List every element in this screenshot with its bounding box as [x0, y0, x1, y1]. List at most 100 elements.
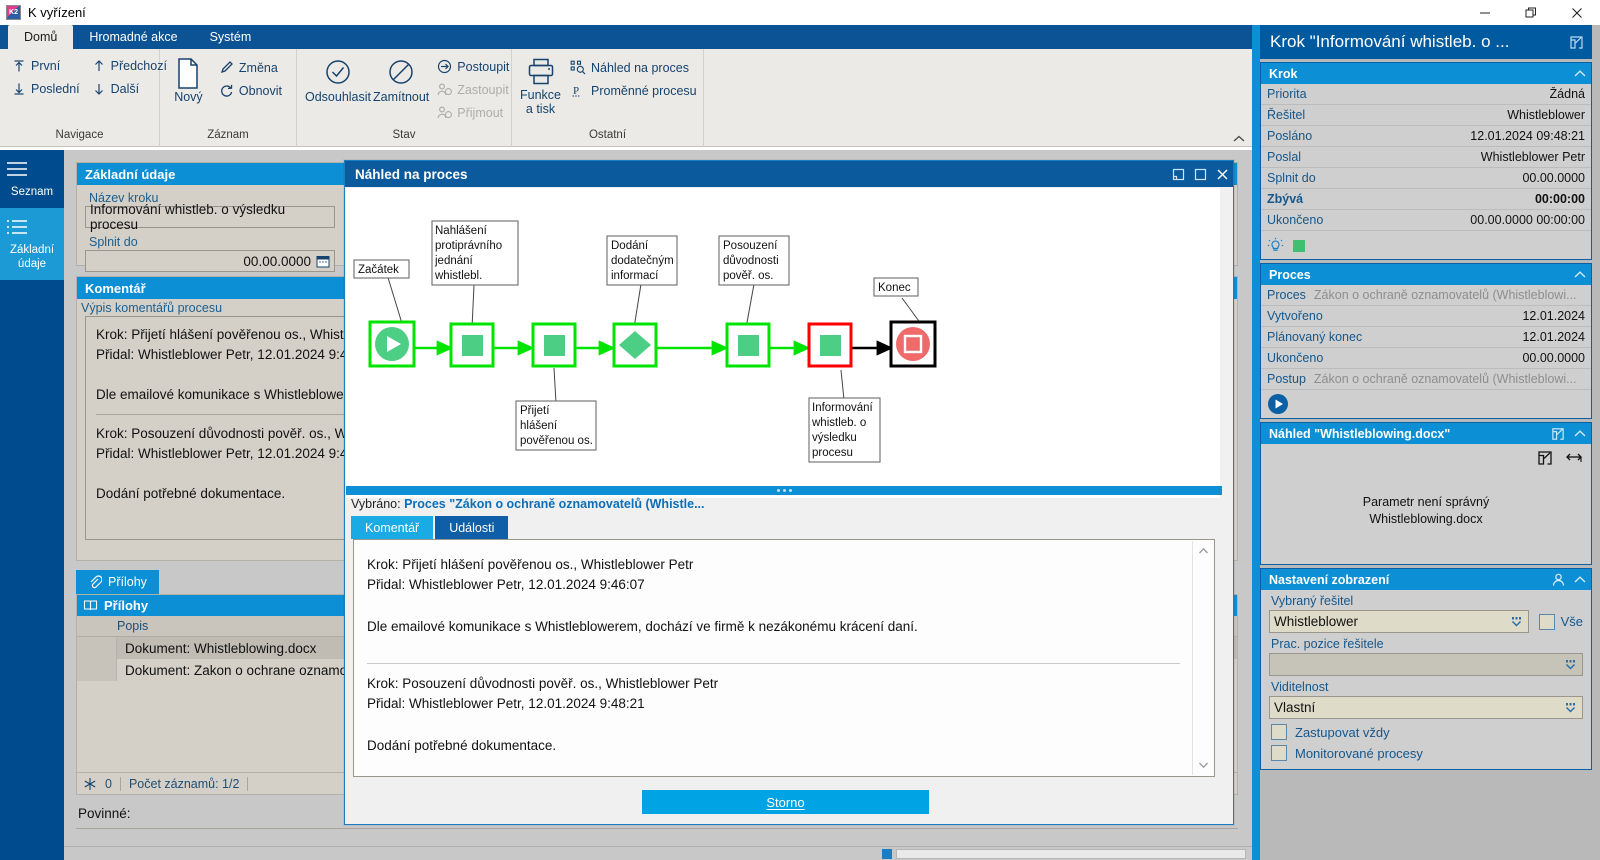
nav-first-label: První	[31, 58, 61, 73]
monitorovane-procesy-box[interactable]	[1271, 745, 1287, 761]
dialog-restore-down-icon[interactable]	[1167, 161, 1189, 187]
open-external-icon[interactable]	[1569, 35, 1584, 50]
tab-udalosti[interactable]: Události	[435, 516, 509, 539]
forward-button[interactable]: Postoupit	[431, 55, 515, 78]
dialog-title: Náhled na proces	[355, 166, 468, 182]
svg-text:Informování: Informování	[812, 402, 874, 414]
solver-select[interactable]: Whistleblower	[1269, 610, 1529, 633]
tab-prilohy[interactable]: Přílohy	[76, 570, 159, 594]
checkbox-monitorovane-procesy[interactable]: Monitorované procesy	[1261, 740, 1591, 761]
open-external-icon[interactable]	[1547, 423, 1569, 444]
svg-text:protiprávního: protiprávního	[435, 240, 502, 252]
key-poslal: Poslal	[1267, 150, 1302, 164]
open-external-icon[interactable]	[1537, 450, 1553, 466]
change-button[interactable]: Změna	[213, 56, 288, 79]
group-nahled-preview: Náhled "Whistleblowing.docx" Parametr ne…	[1260, 422, 1592, 565]
checkbox-zastupovat-vzdy[interactable]: Zastupovat vždy	[1261, 719, 1591, 740]
chevron-up-icon[interactable]	[1569, 569, 1591, 590]
dialog-maximize-icon[interactable]	[1189, 161, 1211, 187]
chevron-down-icon[interactable]	[1563, 658, 1578, 672]
chevron-down-icon[interactable]	[1563, 701, 1578, 715]
arrow-down-icon	[92, 82, 106, 96]
all-checkbox-wrap[interactable]: Vše	[1538, 613, 1583, 630]
chevron-up-icon[interactable]	[1569, 423, 1591, 444]
play-circle-icon[interactable]	[1267, 393, 1289, 415]
refresh-button[interactable]: Obnovit	[213, 79, 288, 102]
minimize-button[interactable]	[1462, 0, 1508, 25]
user-icon[interactable]	[1547, 569, 1569, 590]
nav-last-button[interactable]: Poslední	[6, 77, 86, 100]
ribbon-tab-hromadne-akce[interactable]: Hromadné akce	[73, 25, 194, 49]
input-splnit-do-value: 00.00.0000	[243, 253, 311, 269]
variables-icon: P	[570, 83, 586, 98]
svg-text:Začátek: Začátek	[358, 264, 399, 276]
input-nazev-kroku[interactable]: Informování whistleb. o výsledku procesu	[85, 202, 335, 232]
preview-message-line1: Parametr není správný	[1362, 495, 1490, 509]
lightbulb-icon[interactable]	[1267, 237, 1284, 254]
arrow-up-bar-icon	[12, 59, 26, 73]
visibility-select[interactable]: Vlastní	[1269, 696, 1583, 719]
input-splnit-do[interactable]: 00.00.0000	[85, 250, 335, 272]
position-select[interactable]	[1269, 653, 1583, 676]
nav-next-label: Další	[110, 81, 140, 96]
chevron-up-icon[interactable]	[1569, 264, 1591, 285]
attachments-grid-title: Přílohy	[104, 598, 149, 613]
row-proces-ukonceno: Ukončeno 00.00.0000	[1261, 348, 1591, 369]
sidebar-item-zakladni-udaje[interactable]: Základní údaje	[0, 208, 64, 280]
nav-first-button[interactable]: První	[6, 54, 86, 77]
chevron-down-icon[interactable]	[1509, 615, 1524, 629]
svg-text:Posouzení: Posouzení	[723, 240, 778, 252]
bottom-scroll-region[interactable]	[64, 846, 1252, 860]
horizontal-scrollbar-thumb[interactable]	[882, 849, 892, 859]
cancel-button[interactable]: Storno	[642, 790, 929, 814]
snowflake-icon[interactable]	[83, 777, 97, 791]
ribbon-collapse-button[interactable]	[1232, 134, 1246, 144]
approve-button[interactable]: Odsouhlasit	[305, 54, 371, 104]
process-variables-button[interactable]: P Proměnné procesu	[564, 79, 703, 102]
row-poslano: Posláno 12.01.2024 09:48:21	[1261, 126, 1591, 147]
fit-width-icon[interactable]	[1565, 450, 1583, 466]
group-proces-header[interactable]: Proces	[1261, 264, 1591, 285]
restore-button[interactable]	[1508, 0, 1554, 25]
label-vybrany-resitel: Vybraný řešitel	[1271, 594, 1354, 608]
process-preview-button[interactable]: Náhled na proces	[564, 56, 703, 79]
dialog-comment-memo[interactable]: Krok: Přijetí hlášení pověřenou os., Whi…	[353, 539, 1215, 777]
ribbon-tab-domu[interactable]: Domů	[8, 25, 74, 49]
ribbon-tabs: Domů Hromadné akce Systém	[0, 25, 1252, 49]
group-krok-header[interactable]: Krok	[1261, 63, 1591, 84]
close-button[interactable]	[1554, 0, 1600, 25]
scroll-down-icon[interactable]	[1193, 755, 1214, 775]
label-viditelnost: Viditelnost	[1271, 680, 1329, 694]
row-vytvoreno: Vytvořeno 12.01.2024	[1261, 306, 1591, 327]
ribbon-tab-system[interactable]: Systém	[193, 25, 268, 49]
monitorovane-procesy-label: Monitorované procesy	[1295, 745, 1423, 761]
functions-print-button[interactable]: Funkce a tisk	[520, 54, 561, 116]
group-nastaveni-header[interactable]: Nastavení zobrazení	[1261, 569, 1591, 590]
scroll-up-icon[interactable]	[1193, 541, 1214, 561]
tab-komentar[interactable]: Komentář	[351, 516, 434, 539]
all-checkbox[interactable]	[1538, 613, 1555, 630]
new-record-button[interactable]: Nový	[168, 54, 209, 104]
right-pane-title: Krok "Informování whistleb. o ...	[1270, 32, 1510, 51]
substitute-button[interactable]: Zastoupit	[431, 78, 515, 101]
dialog-close-icon[interactable]	[1211, 161, 1233, 187]
horizontal-scrollbar-track[interactable]	[896, 849, 1246, 859]
green-status-square-icon	[1292, 238, 1307, 253]
process-diagram-canvas[interactable]: Začátek Nahlášení protiprávního jednání …	[346, 188, 1222, 498]
preview-toolbar	[1537, 450, 1583, 466]
preview-message: Parametr není správný Whistleblowing.doc…	[1261, 494, 1591, 528]
memo-vertical-scrollbar[interactable]	[1192, 541, 1213, 775]
calendar-icon[interactable]	[316, 254, 330, 268]
row-zbyva: Zbývá 00:00:00	[1261, 189, 1591, 210]
right-pane-scrollbar[interactable]	[1252, 25, 1260, 860]
svg-text:pověř. os.: pověř. os.	[723, 270, 774, 282]
diagram-vertical-scrollbar[interactable]	[1220, 188, 1232, 498]
accept-button[interactable]: Přijmout	[431, 101, 515, 124]
sidebar-item-seznam[interactable]: Seznam	[0, 150, 64, 208]
reject-button[interactable]: Zamítnout	[373, 54, 429, 104]
attachment-desc-2: Dokument: Zakon o ochrane oznamovat	[125, 662, 366, 678]
group-nahled-header[interactable]: Náhled "Whistleblowing.docx"	[1261, 423, 1591, 444]
chevron-up-icon[interactable]	[1569, 63, 1591, 84]
splitter-handle[interactable]	[346, 486, 1222, 495]
zastupovat-vzdy-box[interactable]	[1271, 724, 1287, 740]
